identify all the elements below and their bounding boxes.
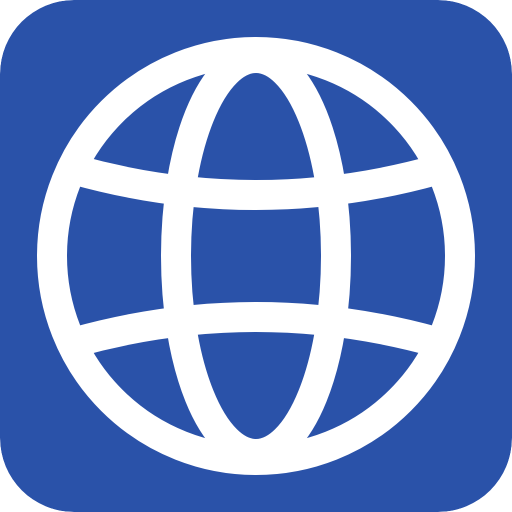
app-icon[interactable]	[0, 0, 512, 512]
icon-background	[0, 0, 512, 512]
globe-icon	[0, 0, 512, 512]
